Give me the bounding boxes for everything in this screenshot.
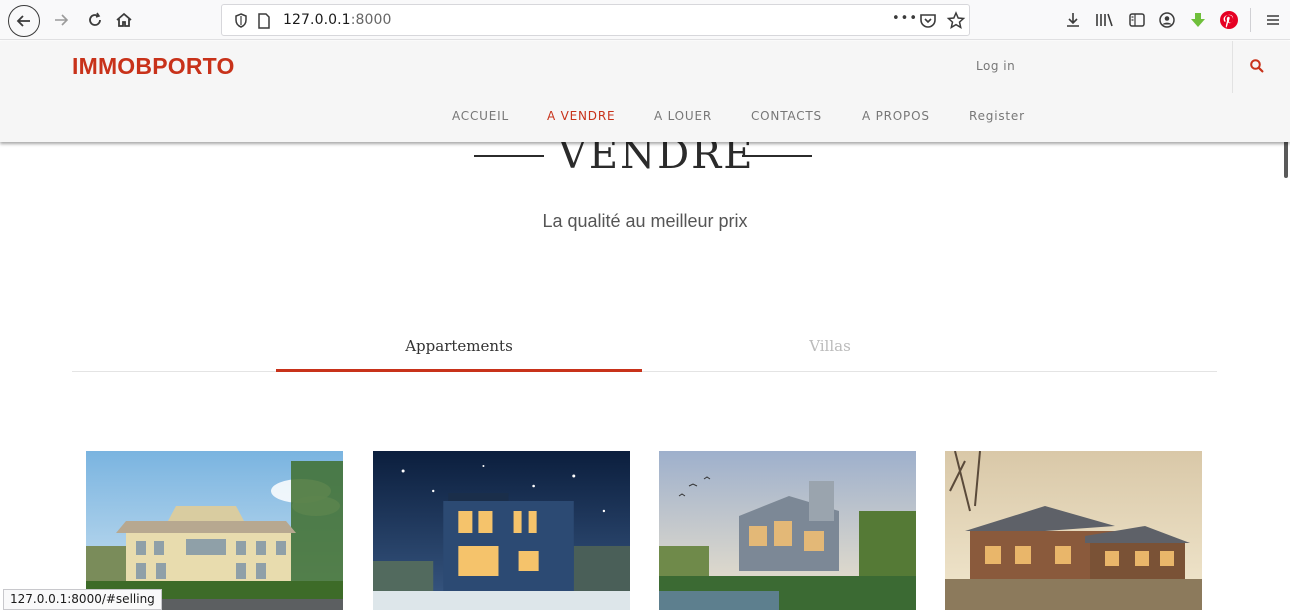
url-port: :8000 [350, 12, 392, 28]
beige-mansion-photo [86, 451, 343, 610]
account-icon[interactable] [1156, 8, 1178, 32]
home-button[interactable] [113, 7, 135, 33]
reload-icon [89, 12, 101, 26]
pocket-icon[interactable] [918, 10, 938, 32]
listing-card[interactable] [86, 451, 343, 610]
link-status-tooltip: 127.0.0.1:8000/#selling [3, 589, 162, 610]
download-helper-icon[interactable] [1187, 8, 1209, 32]
search-icon [1250, 59, 1264, 73]
tab-appartements[interactable]: Appartements [276, 337, 642, 372]
pinterest-icon[interactable] [1218, 8, 1240, 32]
hamburger-menu-icon[interactable] [1262, 8, 1284, 32]
nav-item-register[interactable]: Register [969, 109, 1025, 123]
nav-item-a-louer[interactable]: A LOUER [654, 109, 712, 123]
page-info-icon[interactable] [256, 11, 272, 31]
page-actions-menu[interactable]: ••• [892, 11, 918, 26]
blue-house-night-photo [373, 451, 630, 610]
property-tabs: Appartements Villas [72, 337, 1217, 372]
title-rule-left [474, 155, 544, 157]
url-host: 127.0.0.1 [283, 12, 351, 28]
site-header: IMMOBPORTO Log in ACCUEIL A VENDRE A LOU… [0, 41, 1290, 142]
header-divider [1232, 41, 1233, 93]
modern-house-lake-photo [659, 451, 916, 610]
nav-item-a-propos[interactable]: A PROPOS [862, 109, 930, 123]
url-bar[interactable]: 127.0.0.1:8000 ••• [221, 4, 970, 36]
bookmark-star-icon[interactable] [946, 10, 966, 32]
toolbar-separator [1250, 8, 1251, 32]
forward-button[interactable] [50, 7, 72, 33]
nav-item-contacts[interactable]: CONTACTS [751, 109, 822, 123]
download-icon[interactable] [1062, 8, 1084, 32]
search-button[interactable] [1248, 57, 1268, 77]
url-text[interactable]: 127.0.0.1:8000 [283, 12, 392, 28]
listing-card[interactable] [373, 451, 630, 610]
back-button[interactable] [8, 5, 40, 37]
nav-item-accueil[interactable]: ACCUEIL [452, 109, 509, 123]
brand-logo[interactable]: IMMOBPORTO [72, 53, 235, 80]
home-icon [116, 12, 132, 27]
title-rule-right [742, 155, 812, 157]
nav-item-a-vendre[interactable]: A VENDRE [547, 109, 615, 123]
library-icon[interactable] [1093, 8, 1115, 32]
reload-button[interactable] [84, 7, 106, 33]
arrow-left-icon [16, 15, 30, 27]
wooden-house-photo [945, 451, 1202, 610]
listing-card[interactable] [945, 451, 1202, 610]
tab-villas[interactable]: Villas [642, 337, 1018, 371]
main-nav: ACCUEIL A VENDRE A LOUER CONTACTS A PROP… [0, 109, 1290, 127]
listing-card[interactable] [659, 451, 916, 610]
login-link[interactable]: Log in [976, 59, 1015, 73]
tracking-shield-icon[interactable] [232, 11, 250, 31]
section-subtitle: La qualité au meilleur prix [542, 211, 748, 231]
arrow-right-icon [55, 14, 69, 26]
browser-toolbar: 127.0.0.1:8000 ••• [0, 0, 1290, 40]
sidebar-icon[interactable] [1126, 8, 1148, 32]
